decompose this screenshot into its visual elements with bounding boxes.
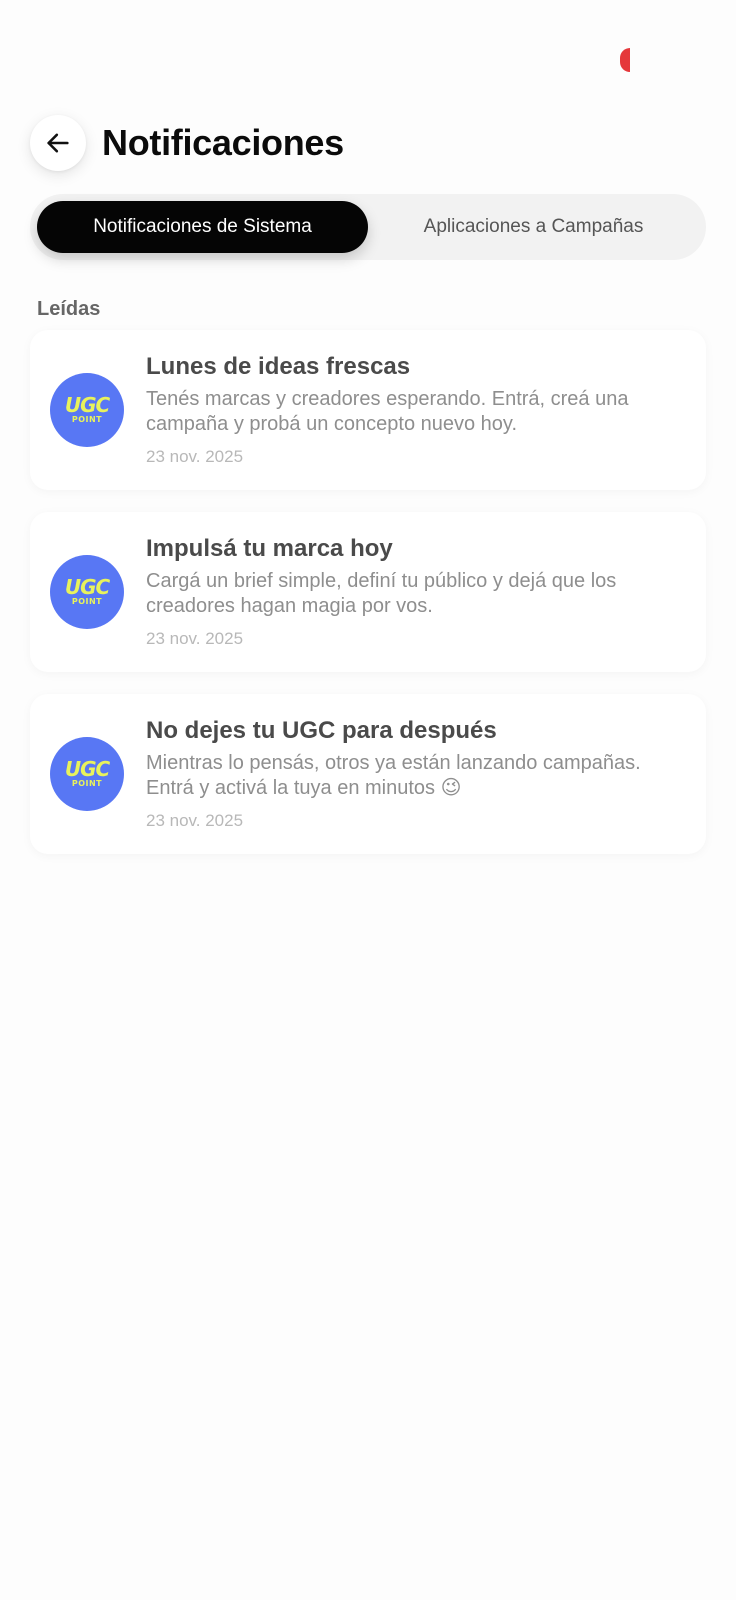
status-bar — [0, 0, 736, 110]
back-button[interactable] — [30, 115, 86, 171]
tab-switcher: Notificaciones de Sistema Aplicaciones a… — [30, 194, 706, 260]
notification-title: Impulsá tu marca hoy — [146, 535, 393, 562]
page-title: Notificaciones — [102, 122, 344, 163]
notification-body: Impulsá tu marca hoy Cargá un brief simp… — [146, 535, 686, 649]
brand-avatar: UGC POINT — [50, 555, 124, 629]
notification-date: 23 nov. 2025 — [146, 447, 244, 466]
notification-text: Cargá un brief simple, definí tu público… — [146, 570, 617, 617]
brand-avatar-ugc: UGC — [64, 575, 110, 599]
brand-avatar-point: POINT — [71, 415, 103, 424]
arrow-left-icon — [47, 133, 69, 153]
notification-body: Lunes de ideas frescas Tenés marcas y cr… — [146, 353, 686, 467]
brand-avatar-ugc: UGC — [64, 393, 110, 417]
recording-indicator — [620, 48, 630, 72]
brand-avatar: UGC POINT — [50, 373, 124, 447]
brand-avatar: UGC POINT — [50, 737, 124, 811]
notification-date: 23 nov. 2025 — [146, 629, 244, 648]
notification-card[interactable]: UGC POINT Impulsá tu marca hoy Cargá un … — [30, 512, 706, 672]
brand-avatar-point: POINT — [71, 779, 103, 788]
notification-list: UGC POINT Lunes de ideas frescas Tenés m… — [30, 330, 706, 876]
notification-date: 23 nov. 2025 — [146, 811, 244, 830]
notification-text: Mientras lo pensás, otros ya están lanza… — [146, 752, 641, 799]
section-label-read: Leídas — [37, 298, 101, 320]
brand-avatar-ugc: UGC — [64, 757, 110, 781]
notification-title: No dejes tu UGC para después — [146, 717, 497, 744]
header: Notificaciones — [30, 115, 706, 171]
notification-title: Lunes de ideas frescas — [146, 353, 411, 380]
notification-card[interactable]: UGC POINT Lunes de ideas frescas Tenés m… — [30, 330, 706, 490]
tab-campaign-applications[interactable]: Aplicaciones a Campañas — [368, 201, 699, 253]
notification-text: Tenés marcas y creadores esperando. Entr… — [146, 388, 629, 435]
brand-avatar-point: POINT — [71, 597, 103, 606]
notification-body: No dejes tu UGC para después Mientras lo… — [146, 717, 686, 831]
tab-system-notifications[interactable]: Notificaciones de Sistema — [37, 201, 368, 253]
notification-card[interactable]: UGC POINT No dejes tu UGC para después M… — [30, 694, 706, 854]
